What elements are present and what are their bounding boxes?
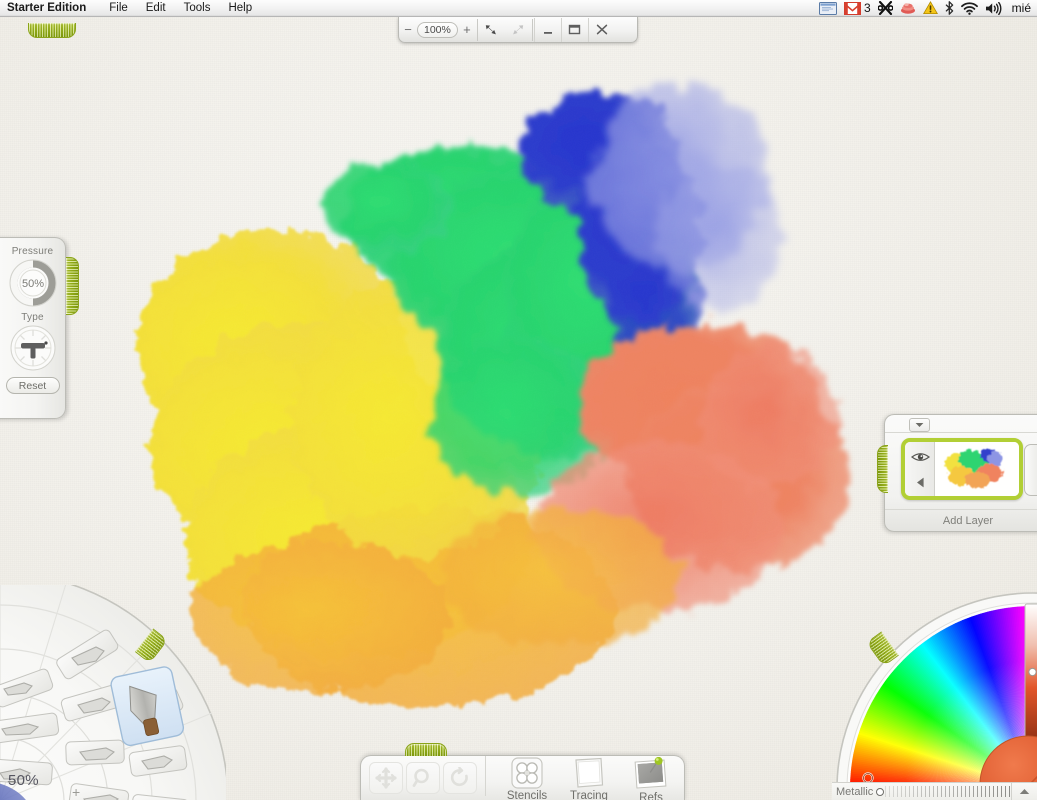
close-button[interactable] — [587, 17, 615, 42]
color-picker-panel[interactable] — [828, 584, 1037, 800]
toolbar-divider-1 — [476, 18, 478, 41]
toolbar-divider-2 — [531, 18, 533, 41]
maximize-icon — [568, 24, 581, 35]
menu-item-file[interactable]: File — [100, 0, 137, 16]
wifi-icon[interactable] — [960, 1, 978, 15]
panel-buttons: Stencils Tracing Refs — [486, 756, 682, 800]
zoom-controls: − 100% + — [399, 17, 476, 42]
metallic-slider-knob[interactable] — [876, 787, 885, 796]
pressure-label: Pressure — [11, 246, 54, 257]
brush-size-value: 50% — [8, 772, 39, 789]
redo-button[interactable] — [505, 19, 531, 41]
zoom-tool-button[interactable] — [406, 762, 440, 794]
layer-collapse-button[interactable] — [907, 470, 933, 495]
move-crosshair-icon — [375, 767, 397, 789]
stencil-clover-icon — [507, 757, 547, 789]
left-arrow-icon — [916, 477, 925, 488]
reference-photo-pin-icon — [630, 757, 672, 791]
rotate-icon — [449, 767, 471, 789]
reset-button[interactable]: Reset — [5, 377, 60, 394]
navigation-buttons — [361, 756, 486, 796]
layers-panel-right-edge — [1024, 444, 1037, 496]
layers-panel: Add Layer — [884, 414, 1037, 532]
close-icon — [596, 24, 608, 35]
layer-item-controls — [905, 442, 935, 496]
top-toolbar: − 100% + — [398, 17, 638, 43]
brush-head-dial-icon — [10, 325, 55, 371]
top-toolbar-drag-grip[interactable] — [28, 23, 76, 38]
pressure-dial-icon: 50% — [9, 259, 56, 307]
layers-panel-drag-grip[interactable] — [877, 445, 888, 493]
layer-item-selected[interactable] — [901, 438, 1023, 500]
move-tool-button[interactable] — [369, 762, 403, 794]
refs-panel-button[interactable]: Refs — [620, 756, 682, 800]
metallic-slider-row: Metallic — [832, 782, 1037, 800]
pressure-dial[interactable]: 50% — [0, 258, 65, 308]
gmail-unread-count: 3 — [863, 1, 871, 15]
bluetooth-icon[interactable] — [945, 1, 954, 15]
chevron-down-icon — [915, 422, 924, 428]
zoom-out-button[interactable]: − — [399, 19, 417, 41]
undo-button[interactable] — [479, 19, 505, 41]
layer-thumbnail — [935, 442, 1019, 496]
artrage-window: Starter Edition File Edit Tools Help 3 m… — [0, 0, 1037, 800]
type-label: Type — [21, 312, 44, 323]
layer-thumbnail-artwork — [945, 448, 1003, 488]
settings-panel-drag-grip[interactable] — [66, 257, 79, 315]
rotate-tool-button[interactable] — [443, 762, 477, 794]
warning-icon[interactable] — [922, 1, 938, 15]
menubar: Starter Edition File Edit Tools Help 3 m… — [0, 0, 1037, 17]
layer-visibility-button[interactable] — [907, 444, 933, 469]
gmail-icon[interactable] — [843, 1, 861, 15]
color-wheel — [836, 592, 1037, 800]
minimize-icon — [542, 25, 554, 35]
type-dial[interactable] — [0, 324, 65, 372]
zoom-level-value[interactable]: 100% — [417, 21, 458, 38]
volume-icon[interactable] — [985, 1, 1002, 15]
eye-icon — [910, 451, 930, 463]
metallic-label: Metallic — [836, 785, 874, 798]
scissors-icon[interactable] — [877, 1, 893, 15]
menu-item-tools[interactable]: Tools — [175, 0, 220, 16]
tracing-paper-icon — [569, 757, 609, 789]
zoom-in-button[interactable]: + — [458, 19, 476, 41]
display-icon[interactable] — [818, 1, 837, 15]
minimize-button[interactable] — [533, 17, 561, 42]
menu-app-name[interactable]: Starter Edition — [0, 0, 100, 16]
menubar-status-icons: 3 mié — [818, 0, 1037, 16]
up-arrow-icon — [1019, 788, 1030, 795]
brush-picker-panel[interactable]: − — [0, 585, 226, 800]
menu-item-help[interactable]: Help — [219, 0, 261, 16]
magnifier-icon — [412, 767, 434, 789]
metallic-slider-ticks — [885, 786, 1011, 797]
red-app-icon[interactable] — [900, 1, 916, 15]
stencils-panel-button[interactable]: Stencils — [496, 756, 558, 800]
refs-label: Refs — [639, 792, 663, 800]
bottom-toolbar-drag-grip[interactable] — [405, 743, 447, 756]
stencils-label: Stencils — [506, 790, 548, 800]
brush-picker-wheel: − — [0, 585, 226, 800]
metallic-slider[interactable] — [876, 786, 1011, 798]
color-panel-expand-button[interactable] — [1011, 783, 1037, 800]
undo-arrow-icon — [484, 23, 499, 37]
menubar-clock[interactable]: mié — [1009, 1, 1031, 15]
tracing-panel-button[interactable]: Tracing — [558, 756, 620, 800]
tracing-label: Tracing — [570, 790, 608, 800]
maximize-button[interactable] — [560, 17, 588, 42]
tool-settings-panel: Pressure 50% Type Reset — [0, 237, 66, 419]
layer-menu-button[interactable] — [909, 418, 930, 432]
layers-panel-header — [885, 415, 1037, 433]
menu-item-edit[interactable]: Edit — [137, 0, 175, 16]
bottom-toolbar: Stencils Tracing Refs — [360, 755, 685, 800]
redo-arrow-icon — [510, 23, 525, 37]
brush-size-increase-button[interactable]: + — [72, 784, 80, 800]
add-layer-button[interactable]: Add Layer — [885, 509, 1037, 531]
pressure-value: 50% — [21, 278, 43, 290]
